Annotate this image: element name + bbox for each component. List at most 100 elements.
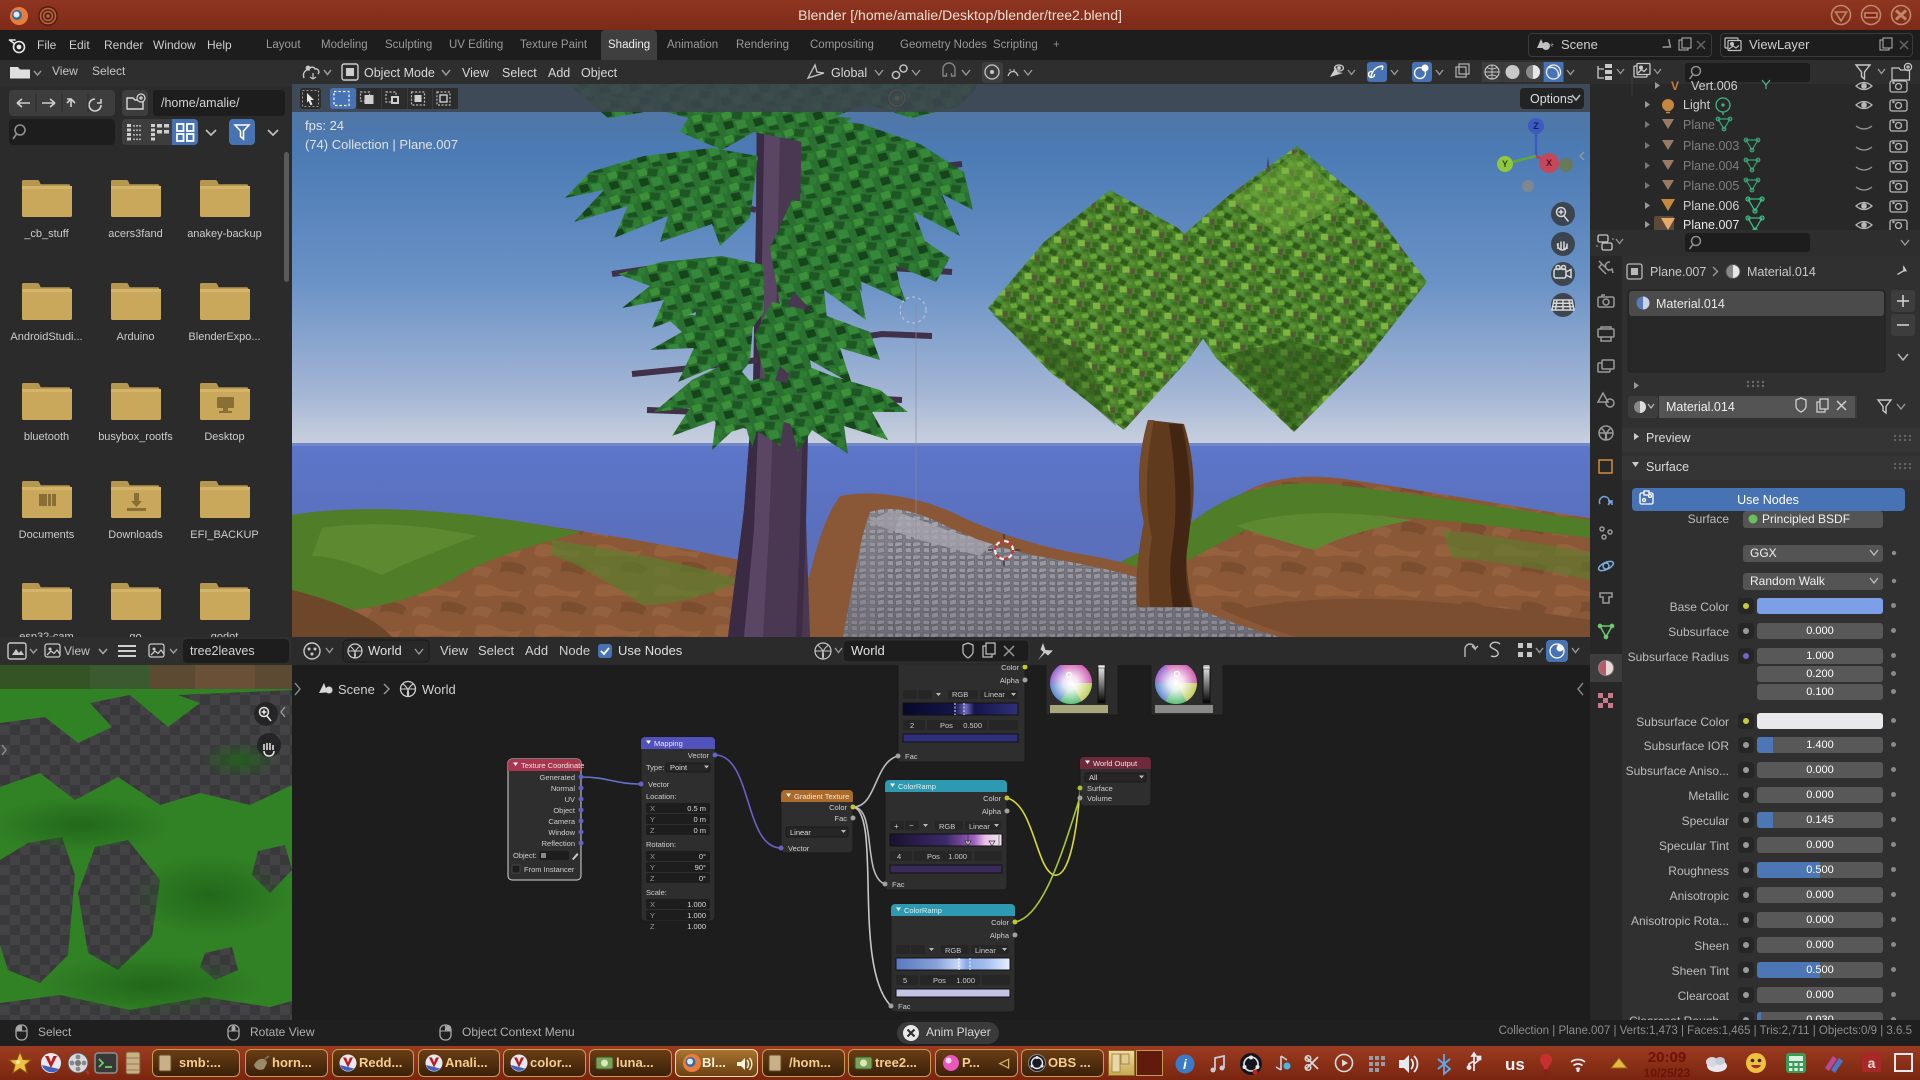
svg-text:Plane.003: Plane.003 bbox=[1683, 139, 1739, 153]
svg-text:Color: Color bbox=[983, 794, 1001, 803]
svg-text:Scale:: Scale: bbox=[646, 888, 667, 897]
svg-text:Linear: Linear bbox=[984, 690, 1005, 699]
svg-text:World: World bbox=[851, 643, 885, 658]
svg-text:Vector: Vector bbox=[648, 780, 670, 789]
svg-text:From Instancer: From Instancer bbox=[524, 865, 575, 874]
svg-text:Fac: Fac bbox=[892, 880, 905, 889]
svg-text:Select: Select bbox=[478, 643, 515, 658]
svg-text:1.000: 1.000 bbox=[948, 852, 967, 861]
svg-text:Pos: Pos bbox=[927, 852, 940, 861]
svg-text:4: 4 bbox=[897, 852, 901, 861]
svg-text:−: − bbox=[909, 821, 914, 830]
svg-text:RGB: RGB bbox=[945, 946, 961, 955]
svg-text:X: X bbox=[650, 852, 655, 861]
svg-text:Light: Light bbox=[1683, 98, 1711, 112]
svg-text:Alpha: Alpha bbox=[1000, 676, 1020, 685]
svg-text:Linear: Linear bbox=[790, 828, 811, 837]
svg-text:Linear: Linear bbox=[975, 946, 996, 955]
svg-text:Material.014: Material.014 bbox=[1666, 400, 1735, 414]
svg-text:Random Walk: Random Walk bbox=[1750, 574, 1826, 588]
svg-text:Camera: Camera bbox=[548, 817, 576, 826]
svg-text:View: View bbox=[462, 66, 490, 80]
svg-text:Rotation:: Rotation: bbox=[646, 840, 676, 849]
svg-text:Z: Z bbox=[1533, 121, 1539, 131]
svg-text:X: X bbox=[650, 900, 655, 909]
svg-text:0.5 m: 0.5 m bbox=[687, 804, 706, 813]
svg-text:Color: Color bbox=[829, 803, 847, 812]
svg-text:X: X bbox=[650, 804, 655, 813]
svg-text:Location:: Location: bbox=[646, 792, 676, 801]
svg-text:View: View bbox=[440, 643, 469, 658]
svg-text:World: World bbox=[368, 643, 402, 658]
svg-text:World: World bbox=[422, 682, 456, 697]
svg-text:Vector: Vector bbox=[788, 844, 810, 853]
svg-text:Type:: Type: bbox=[646, 763, 664, 772]
svg-text:0 m: 0 m bbox=[693, 826, 706, 835]
svg-text:Vert.006: Vert.006 bbox=[1691, 79, 1738, 93]
svg-text:0 m: 0 m bbox=[693, 815, 706, 824]
svg-text:Linear: Linear bbox=[969, 822, 990, 831]
svg-text:1.000: 1.000 bbox=[687, 911, 706, 920]
svg-text:Alpha: Alpha bbox=[982, 807, 1002, 816]
svg-text:Generated: Generated bbox=[540, 773, 575, 782]
svg-text:Plane.005: Plane.005 bbox=[1683, 179, 1739, 193]
svg-text:Add: Add bbox=[525, 643, 548, 658]
svg-text:Window: Window bbox=[548, 828, 575, 837]
svg-text:V: V bbox=[1671, 79, 1679, 93]
svg-text:Z: Z bbox=[650, 874, 655, 883]
svg-text:1.000: 1.000 bbox=[687, 922, 706, 931]
svg-text:Use Nodes: Use Nodes bbox=[618, 643, 683, 658]
svg-text:GGX: GGX bbox=[1750, 546, 1777, 560]
svg-text:Texture Coordinate: Texture Coordinate bbox=[521, 761, 584, 770]
svg-text:X: X bbox=[1546, 158, 1552, 168]
svg-text:Gradient Texture: Gradient Texture bbox=[794, 792, 849, 801]
svg-text:Fac: Fac bbox=[898, 1002, 911, 1011]
svg-text:2: 2 bbox=[910, 721, 914, 730]
svg-text:Plane: Plane bbox=[1683, 118, 1715, 132]
svg-text:Preview: Preview bbox=[1646, 431, 1691, 445]
svg-text:Surface: Surface bbox=[1646, 460, 1689, 474]
svg-text:Z: Z bbox=[650, 922, 655, 931]
svg-text:Plane.007: Plane.007 bbox=[1683, 218, 1739, 230]
svg-text:Object: Object bbox=[553, 806, 576, 815]
svg-text:Z: Z bbox=[650, 826, 655, 835]
svg-text:a: a bbox=[1868, 1055, 1876, 1071]
svg-text:ColorRamp: ColorRamp bbox=[904, 906, 942, 915]
svg-text:Use Nodes: Use Nodes bbox=[1737, 493, 1799, 507]
svg-text:1.000: 1.000 bbox=[956, 976, 975, 985]
svg-text:(74) Collection | Plane.007: (74) Collection | Plane.007 bbox=[305, 137, 458, 152]
svg-text:RGB: RGB bbox=[939, 822, 955, 831]
svg-text:10/25/23: 10/25/23 bbox=[1644, 1066, 1691, 1080]
svg-text:us: us bbox=[1505, 1055, 1525, 1074]
svg-text:Scene: Scene bbox=[338, 682, 375, 697]
svg-text:+: + bbox=[894, 822, 899, 831]
svg-text:Vector: Vector bbox=[688, 751, 710, 760]
svg-text:Material.014: Material.014 bbox=[1747, 265, 1816, 279]
svg-text:Object Mode: Object Mode bbox=[364, 66, 435, 80]
svg-text:1.000: 1.000 bbox=[687, 900, 706, 909]
svg-text:All: All bbox=[1089, 773, 1098, 782]
svg-text:ColorRamp: ColorRamp bbox=[898, 782, 936, 791]
svg-text:Object:: Object: bbox=[513, 851, 537, 860]
svg-text:Fac: Fac bbox=[834, 814, 847, 823]
svg-text:Pos: Pos bbox=[933, 976, 946, 985]
svg-text:World Output: World Output bbox=[1093, 759, 1138, 768]
svg-text:Add: Add bbox=[548, 66, 570, 80]
svg-text:Y: Y bbox=[650, 815, 655, 824]
svg-text:5: 5 bbox=[903, 976, 907, 985]
svg-text:Node: Node bbox=[559, 643, 590, 658]
svg-text:Material.014: Material.014 bbox=[1656, 297, 1725, 311]
svg-text:Mapping: Mapping bbox=[654, 739, 683, 748]
svg-text:90°: 90° bbox=[695, 863, 706, 872]
svg-text:Surface: Surface bbox=[1688, 512, 1730, 526]
svg-text:Plane.004: Plane.004 bbox=[1683, 159, 1739, 173]
svg-text:Y: Y bbox=[650, 863, 655, 872]
svg-text:Reflection: Reflection bbox=[542, 839, 575, 848]
svg-text:Alpha: Alpha bbox=[990, 931, 1010, 940]
svg-text:0°: 0° bbox=[699, 852, 706, 861]
svg-text:RGB: RGB bbox=[952, 690, 968, 699]
svg-text:Principled BSDF: Principled BSDF bbox=[1762, 512, 1850, 526]
svg-text:Y: Y bbox=[650, 911, 655, 920]
svg-text:0.500: 0.500 bbox=[963, 721, 982, 730]
svg-text:Global: Global bbox=[831, 66, 867, 80]
